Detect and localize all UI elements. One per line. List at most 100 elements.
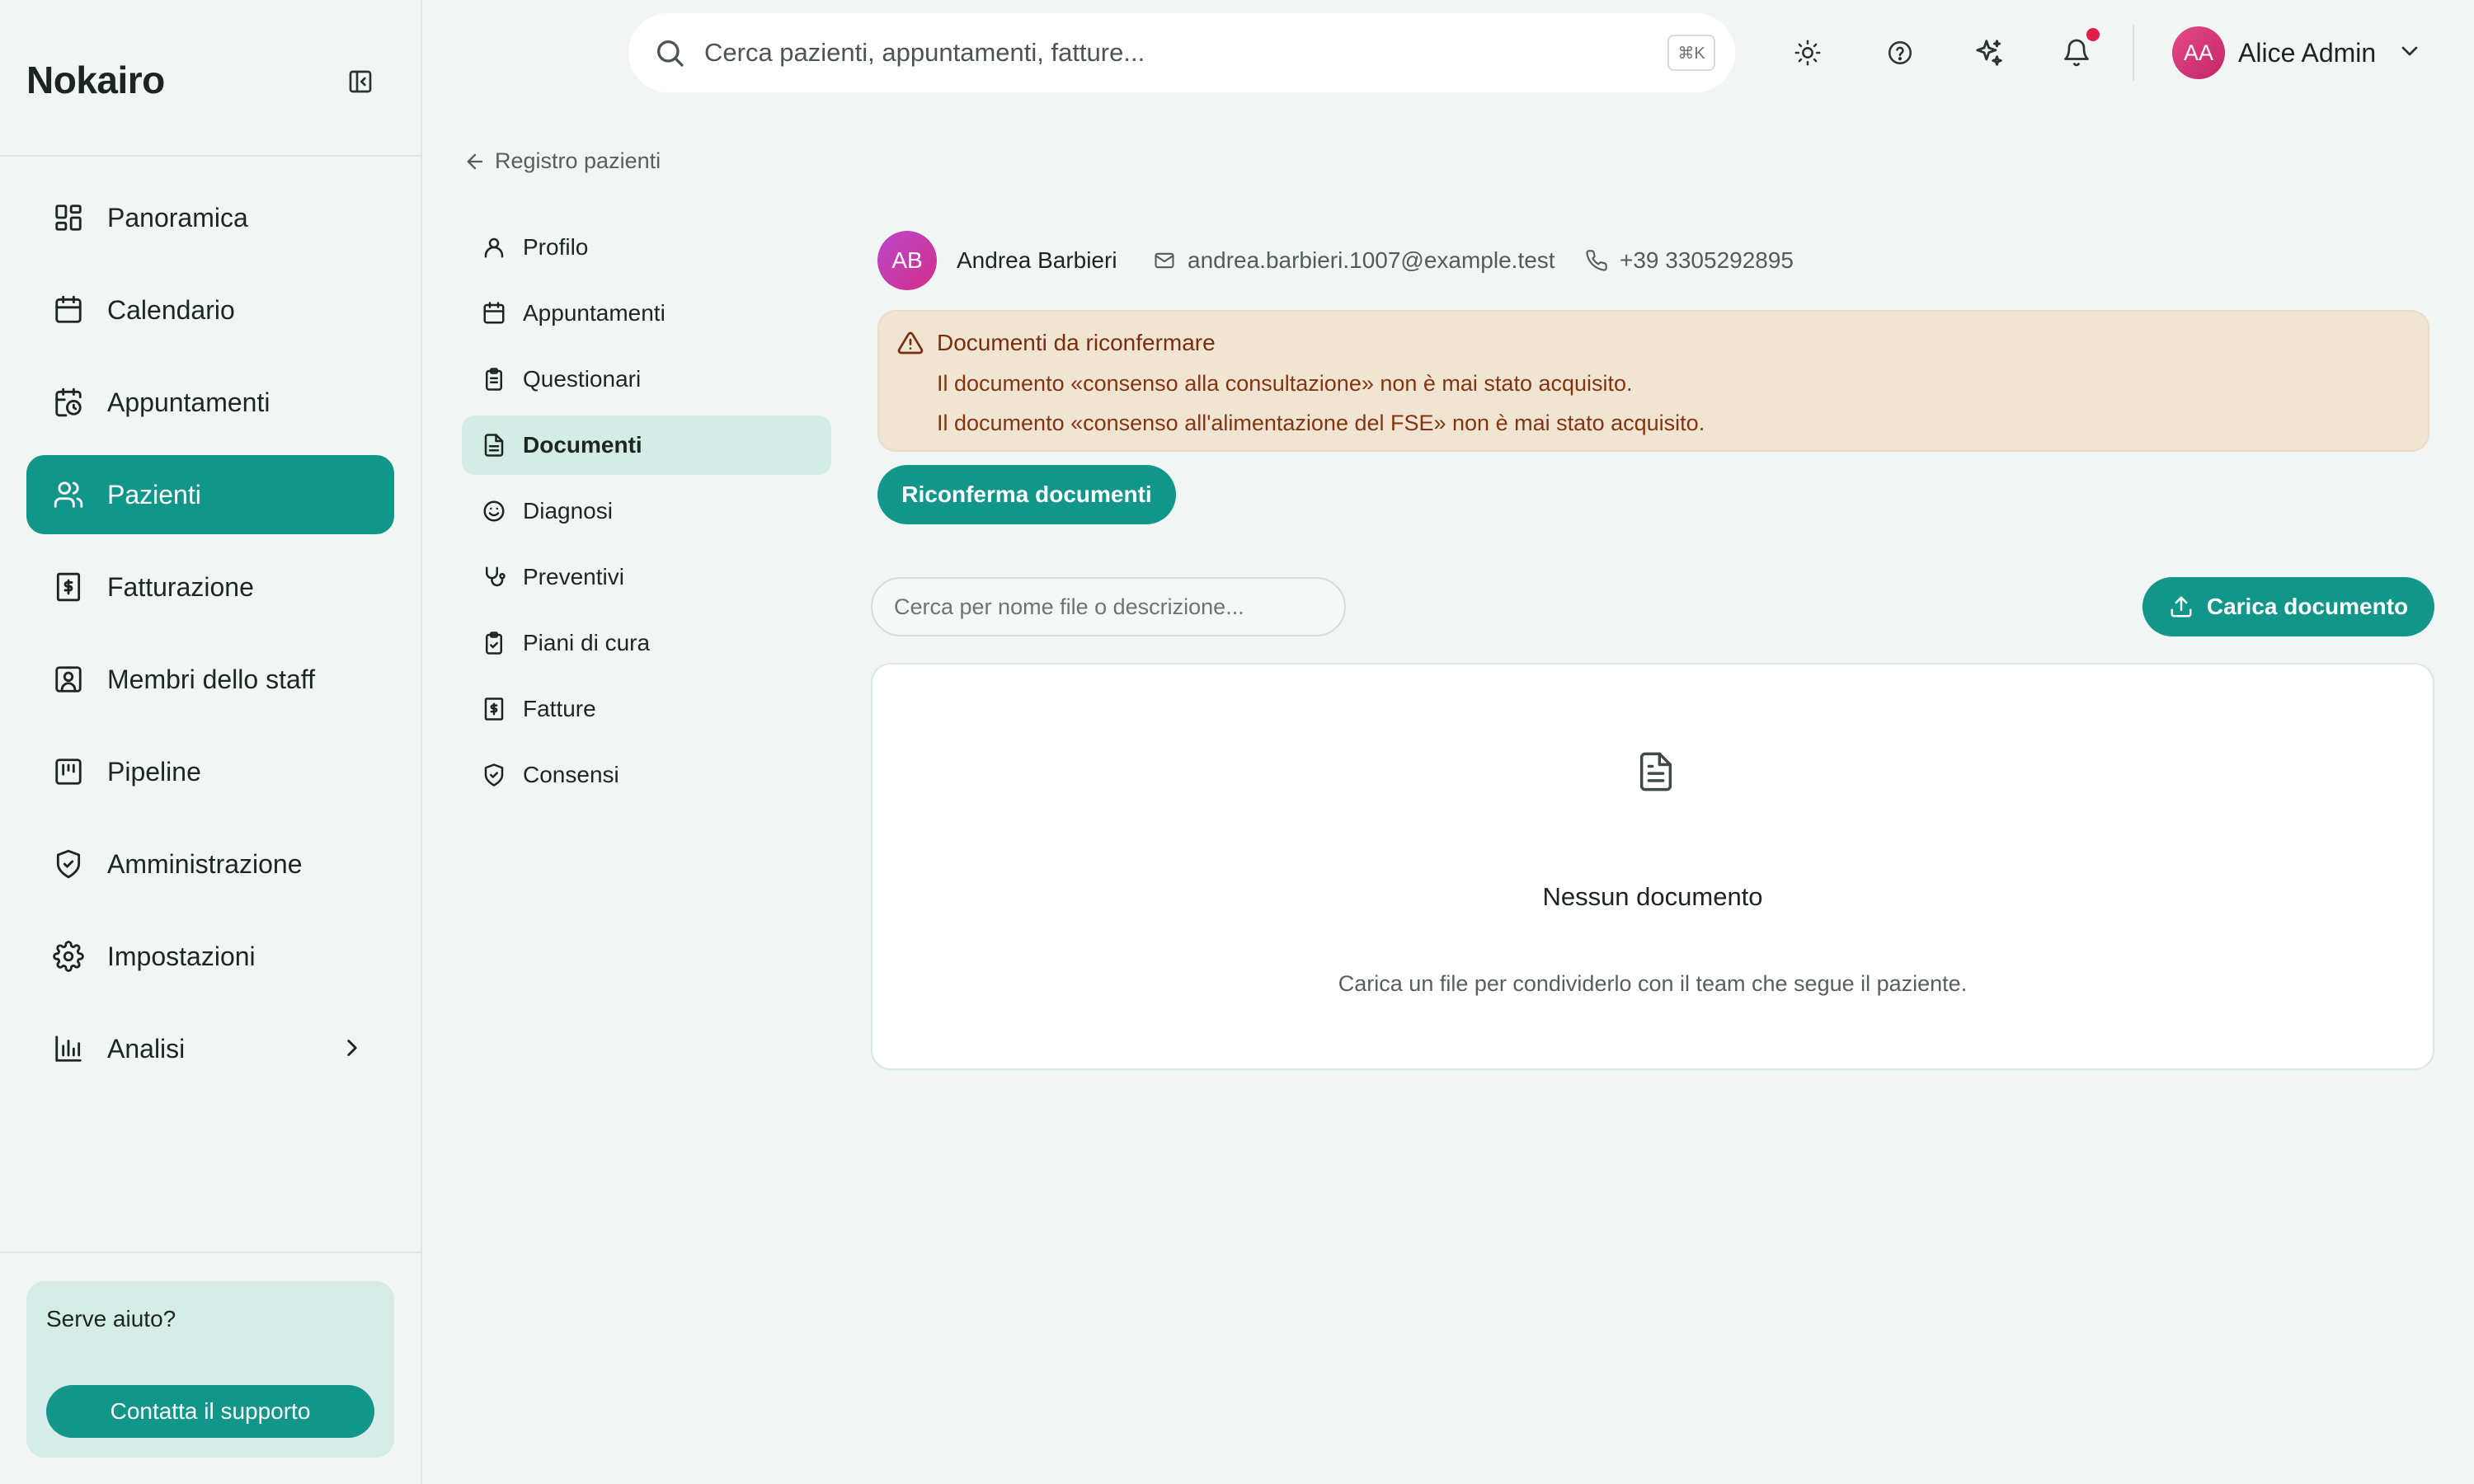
tab-label: Piani di cura: [523, 630, 651, 655]
documents-empty-state: Nessun documento Carica un file per cond…: [871, 663, 2434, 1070]
sidebar-item-label: Membri dello staff: [107, 664, 315, 694]
sidebar-item-pipeline[interactable]: Pipeline: [26, 732, 394, 811]
tab-appuntamenti[interactable]: Appuntamenti: [462, 284, 831, 343]
search-icon: [657, 40, 684, 67]
sidebar-footer: Serve aiuto? Contatta il supporto: [0, 1252, 421, 1484]
shield-check-icon: [56, 849, 81, 879]
theme-toggle-button[interactable]: [1790, 35, 1826, 71]
sidebar-item-label: Pazienti: [107, 479, 201, 510]
warning-title: Documenti da riconfermare: [937, 330, 1216, 355]
users-icon: [54, 481, 83, 508]
patient-name: Andrea Barbieri: [957, 247, 1117, 273]
sidebar-item-analisi[interactable]: Analisi: [26, 1009, 394, 1088]
document-search-input[interactable]: Cerca per nome file o descrizione...: [871, 577, 1346, 636]
tab-fatture[interactable]: Fatture: [462, 679, 831, 739]
tab-documenti[interactable]: Documenti: [462, 416, 831, 475]
tab-label: Appuntamenti: [523, 300, 666, 326]
brand-logo: Nokairo: [26, 59, 165, 101]
file-text-icon: [484, 434, 504, 457]
sidebar-item-appuntamenti[interactable]: Appuntamenti: [26, 363, 394, 442]
tab-profilo[interactable]: Profilo: [462, 218, 831, 277]
tab-questionari[interactable]: Questionari: [462, 350, 831, 409]
shortcut-badge: ⌘K: [1667, 35, 1715, 71]
tab-label: Profilo: [523, 234, 589, 260]
help-title: Serve aiuto?: [46, 1306, 176, 1331]
clipboard-check-icon: [486, 632, 502, 655]
arrow-left-icon: [467, 153, 483, 169]
back-to-registry-link[interactable]: Registro pazienti: [463, 148, 661, 174]
calendar-icon: [483, 302, 505, 324]
collapse-sidebar-button[interactable]: [345, 66, 376, 97]
sidebar: Nokairo Panoramica Calendario Appuntamen…: [0, 0, 422, 1484]
sidebar-item-amministrazione[interactable]: Amministrazione: [26, 824, 394, 904]
notification-badge: [2086, 28, 2100, 41]
sidebar-item-label: Analisi: [107, 1033, 186, 1064]
sidebar-item-impostazioni[interactable]: Impostazioni: [26, 917, 394, 996]
tab-label: Preventivi: [523, 564, 624, 589]
sidebar-item-label: Amministrazione: [107, 848, 303, 879]
shield-check-icon: [484, 763, 504, 787]
chevron-down-icon[interactable]: [2396, 38, 2423, 64]
kanban-icon: [55, 758, 82, 785]
receipt-icon: [484, 697, 504, 721]
topbar-divider: [2133, 25, 2134, 81]
sidebar-item-fatturazione[interactable]: Fatturazione: [26, 547, 394, 627]
user-icon: [484, 237, 504, 258]
sidebar-item-staff[interactable]: Membri dello staff: [26, 640, 394, 719]
tab-piani-di-cura[interactable]: Piani di cura: [462, 613, 831, 673]
back-link-label: Registro pazienti: [495, 148, 661, 173]
main-nav: Panoramica Calendario Appuntamenti Pazie…: [26, 178, 394, 1101]
phone-icon: [1586, 250, 1607, 271]
reconfirm-warning: Documenti da riconfermare Il documento «…: [877, 310, 2429, 452]
global-search-input[interactable]: Cerca pazienti, appuntamenti, fatture...…: [628, 13, 1735, 92]
contact-support-button[interactable]: Contatta il supporto: [46, 1385, 374, 1438]
sparkles-icon: [1976, 40, 2002, 66]
tab-label: Documenti: [523, 432, 642, 458]
sidebar-item-label: Panoramica: [107, 202, 248, 232]
sidebar-item-label: Appuntamenti: [107, 387, 270, 417]
tab-preventivi[interactable]: Preventivi: [462, 547, 831, 607]
patient-phone-text: +39 3305292895: [1620, 247, 1794, 273]
bell-icon: [2064, 39, 2089, 67]
upload-button-label: Carica documento: [2206, 594, 2409, 619]
patient-subnav: Profilo Appuntamenti Questionari Documen…: [462, 218, 831, 811]
tab-label: Questionari: [523, 366, 642, 392]
patient-email-text: andrea.barbieri.1007@example.test: [1188, 247, 1555, 273]
sidebar-item-label: Fatturazione: [107, 571, 254, 602]
warning-line: Il documento «consenso alla consultazion…: [937, 371, 1633, 396]
mail-icon: [1155, 252, 1174, 269]
sidebar-item-label: Impostazioni: [107, 941, 256, 971]
patient-avatar: AB: [877, 231, 937, 290]
tab-label: Diagnosi: [523, 498, 613, 524]
upload-icon: [2171, 596, 2192, 618]
sidebar-item-label: Pipeline: [107, 756, 201, 787]
tab-label: Consensi: [523, 762, 619, 787]
bar-chart-icon: [55, 1036, 82, 1062]
patient-phone[interactable]: +39 3305292895: [1585, 247, 1794, 274]
sidebar-item-pazienti[interactable]: Pazienti: [26, 455, 394, 534]
sidebar-item-calendario[interactable]: Calendario: [26, 270, 394, 350]
clipboard-list-icon: [486, 368, 502, 391]
id-badge-icon: [55, 666, 82, 693]
receipt-icon: [56, 572, 81, 602]
warning-line: Il documento «consenso all'alimentazione…: [937, 411, 1705, 435]
help-button[interactable]: [1882, 35, 1918, 71]
sidebar-item-panoramica[interactable]: Panoramica: [26, 178, 394, 257]
patient-email[interactable]: andrea.barbieri.1007@example.test: [1153, 247, 1555, 274]
sun-icon: [1794, 40, 1821, 66]
sidebar-item-label: Calendario: [107, 294, 235, 325]
ai-assistant-button[interactable]: [1971, 35, 2007, 71]
calendar-clock-icon: [55, 387, 82, 417]
help-circle-icon: [1888, 40, 1912, 65]
sidebar-collapse-icon: [349, 70, 372, 93]
avatar[interactable]: AA: [2172, 26, 2225, 79]
empty-state-description: Carica un file per condividerlo con il t…: [1338, 971, 1968, 996]
search-placeholder: Cerca pazienti, appuntamenti, fatture...: [704, 38, 1145, 67]
chevron-right-icon: [347, 1040, 357, 1056]
user-name[interactable]: Alice Admin: [2238, 38, 2376, 68]
stethoscope-icon: [486, 566, 506, 587]
tab-consensi[interactable]: Consensi: [462, 745, 831, 805]
reconfirm-documents-button[interactable]: Riconferma documenti: [877, 465, 1176, 524]
upload-document-button[interactable]: Carica documento: [2142, 577, 2434, 636]
tab-diagnosi[interactable]: Diagnosi: [462, 481, 831, 541]
